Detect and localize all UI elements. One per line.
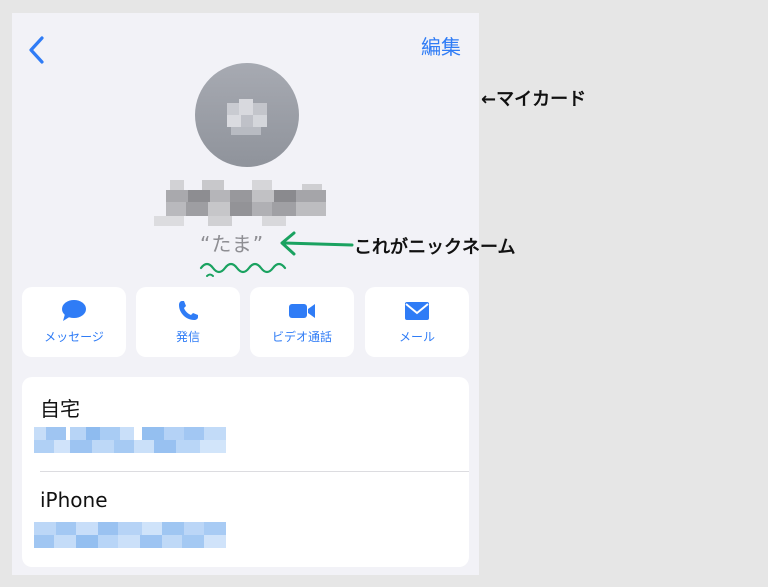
annotation-arrow — [280, 231, 354, 256]
nickname-annotation: これがニックネーム — [354, 237, 516, 258]
mail-label: メール — [398, 330, 435, 344]
row-divider — [40, 471, 469, 472]
iphone-value-blurred[interactable] — [34, 522, 226, 548]
nickname: “たま” — [200, 232, 265, 256]
name-blurred — [152, 180, 332, 230]
iphone-label: iPhone — [40, 488, 108, 512]
contact-card: 編集 “たま” メッセージ 発信 ビデオ通話 メール 自宅 iPhone — [12, 13, 479, 575]
quick-actions: メッセージ 発信 ビデオ通話 メール — [22, 287, 469, 357]
message-icon — [22, 299, 126, 323]
video-call-label: ビデオ通話 — [271, 330, 332, 344]
video-icon — [250, 299, 354, 323]
home-label: 自宅 — [40, 397, 80, 421]
chevron-left-icon — [29, 36, 44, 64]
call-label: 発信 — [175, 330, 200, 344]
back-button[interactable] — [22, 33, 50, 67]
home-value-blurred[interactable] — [34, 427, 226, 453]
my-card-annotation: ←マイカード — [481, 89, 587, 110]
edit-button[interactable]: 編集 — [421, 33, 461, 61]
message-label: メッセージ — [44, 330, 104, 344]
phone-icon — [136, 299, 240, 323]
contact-info-card: 自宅 iPhone — [22, 377, 469, 567]
video-call-button[interactable]: ビデオ通話 — [250, 287, 354, 357]
message-button[interactable]: メッセージ — [22, 287, 126, 357]
call-button[interactable]: 発信 — [136, 287, 240, 357]
mail-button[interactable]: メール — [365, 287, 469, 357]
avatar[interactable] — [195, 63, 299, 167]
mail-icon — [365, 299, 469, 323]
